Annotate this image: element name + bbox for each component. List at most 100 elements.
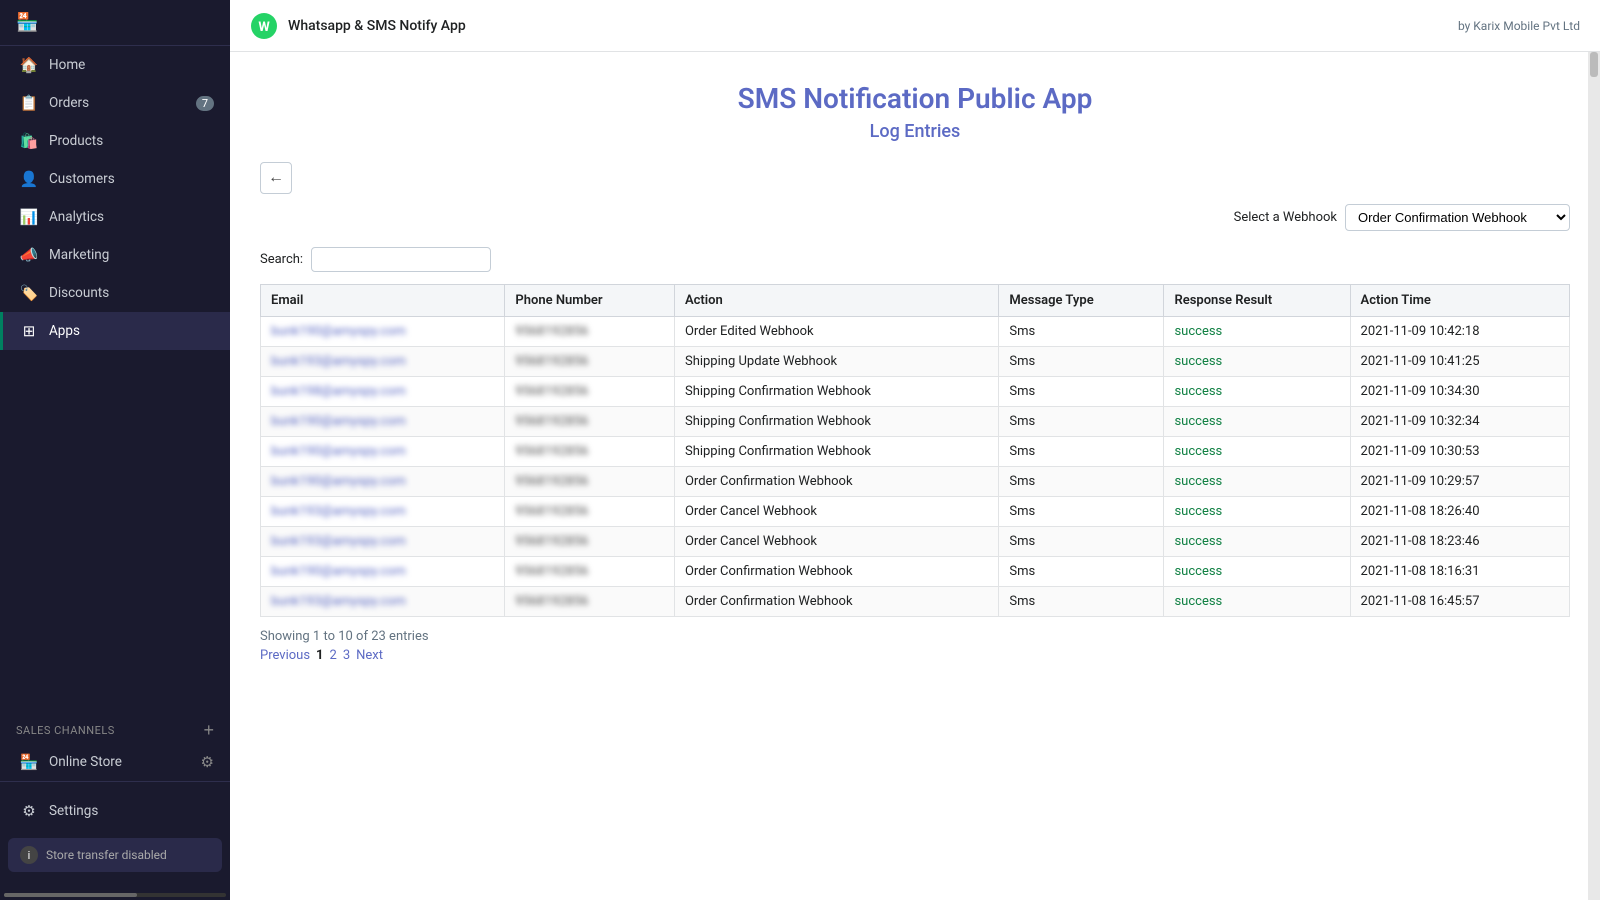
col-header-message-type: Message Type bbox=[999, 285, 1164, 317]
cell-action-time: 2021-11-09 10:32:34 bbox=[1350, 407, 1569, 437]
cell-response: success bbox=[1164, 437, 1350, 467]
app-header: W Whatsapp & SMS Notify App by Karix Mob… bbox=[230, 0, 1600, 52]
cell-phone: 9568192856 bbox=[505, 497, 675, 527]
sidebar-item-apps[interactable]: ⊞ Apps bbox=[0, 312, 230, 350]
sidebar-item-settings[interactable]: ⚙ Settings bbox=[0, 792, 230, 830]
cell-phone: 9568192856 bbox=[505, 317, 675, 347]
page-subtitle: Log Entries bbox=[260, 121, 1570, 142]
store-icon: 🏪 bbox=[16, 12, 38, 33]
toolbar-row: Select a Webhook Order Confirmation Webh… bbox=[260, 204, 1570, 231]
cell-email: bunk190@amyspy.com bbox=[261, 407, 505, 437]
pagination-1[interactable]: 1 bbox=[316, 648, 323, 663]
cell-email: bunk193@amyspy.com bbox=[261, 347, 505, 377]
add-sales-channel-button[interactable]: + bbox=[203, 721, 214, 739]
cell-message-type: Sms bbox=[999, 317, 1164, 347]
table-row: bunk190@amyspy.com 9568192856 Order Conf… bbox=[261, 557, 1570, 587]
table-row: bunk193@amyspy.com 9568192856 Order Canc… bbox=[261, 497, 1570, 527]
table-row: bunk190@amyspy.com 9568192856 Shipping C… bbox=[261, 407, 1570, 437]
webhook-select[interactable]: Order Confirmation WebhookOrder Edited W… bbox=[1345, 204, 1570, 231]
search-label: Search: bbox=[260, 252, 303, 267]
cell-email: bunk193@amyspy.com bbox=[261, 527, 505, 557]
sidebar-scrollbar[interactable] bbox=[0, 890, 230, 900]
cell-phone: 9568192856 bbox=[505, 527, 675, 557]
table-footer-text: Showing 1 to 10 of 23 entries bbox=[260, 629, 429, 644]
cell-response: success bbox=[1164, 527, 1350, 557]
sidebar-item-online-store[interactable]: 🏪 Online Store ⚙ bbox=[0, 743, 230, 781]
sidebar-item-discounts[interactable]: 🏷️ Discounts bbox=[0, 274, 230, 312]
products-icon: 🛍️ bbox=[19, 132, 39, 150]
pagination-2[interactable]: 2 bbox=[330, 648, 337, 663]
sidebar-logo: 🏪 bbox=[0, 0, 230, 46]
sidebar-bottom: ⚙ Settings i Store transfer disabled bbox=[0, 781, 230, 890]
pagination-3[interactable]: 3 bbox=[343, 648, 350, 663]
cell-phone: 9568192856 bbox=[505, 377, 675, 407]
apps-icon: ⊞ bbox=[19, 322, 39, 340]
sidebar-item-products[interactable]: 🛍️ Products bbox=[0, 122, 230, 160]
cell-message-type: Sms bbox=[999, 587, 1164, 617]
pagination-previous[interactable]: Previous bbox=[260, 648, 310, 663]
sidebar-item-customers[interactable]: 👤 Customers bbox=[0, 160, 230, 198]
info-icon: i bbox=[20, 846, 38, 864]
sales-channels-label: SALES CHANNELS bbox=[16, 724, 115, 737]
cell-action-time: 2021-11-08 18:23:46 bbox=[1350, 527, 1569, 557]
log-table: EmailPhone NumberActionMessage TypeRespo… bbox=[260, 284, 1570, 617]
cell-email: bunk193@amyspy.com bbox=[261, 587, 505, 617]
cell-message-type: Sms bbox=[999, 557, 1164, 587]
cell-response: success bbox=[1164, 407, 1350, 437]
col-header-phone-number: Phone Number bbox=[505, 285, 675, 317]
table-header: EmailPhone NumberActionMessage TypeRespo… bbox=[261, 285, 1570, 317]
pagination: Previous 123 Next bbox=[260, 648, 1570, 663]
orders-icon: 📋 bbox=[19, 94, 39, 112]
search-input[interactable] bbox=[311, 247, 491, 272]
sidebar-item-home[interactable]: 🏠 Home bbox=[0, 46, 230, 84]
cell-message-type: Sms bbox=[999, 347, 1164, 377]
nav-label-home: Home bbox=[49, 57, 85, 73]
nav-label-marketing: Marketing bbox=[49, 247, 109, 263]
nav-label-discounts: Discounts bbox=[49, 285, 109, 301]
cell-message-type: Sms bbox=[999, 437, 1164, 467]
cell-phone: 9568192856 bbox=[505, 347, 675, 377]
marketing-icon: 📣 bbox=[19, 246, 39, 264]
cell-response: success bbox=[1164, 497, 1350, 527]
sidebar-item-marketing[interactable]: 📣 Marketing bbox=[0, 236, 230, 274]
cell-phone: 9568192856 bbox=[505, 587, 675, 617]
store-transfer-notice: i Store transfer disabled bbox=[8, 838, 222, 872]
app-header-left: W Whatsapp & SMS Notify App bbox=[250, 12, 466, 40]
cell-message-type: Sms bbox=[999, 467, 1164, 497]
cell-action: Order Cancel Webhook bbox=[674, 497, 998, 527]
app-by-label: by Karix Mobile Pvt Ltd bbox=[1458, 19, 1580, 33]
cell-email: bunk198@amyspy.com bbox=[261, 377, 505, 407]
main-content: W Whatsapp & SMS Notify App by Karix Mob… bbox=[230, 0, 1600, 900]
nav-label-analytics: Analytics bbox=[49, 209, 104, 225]
table-footer: Showing 1 to 10 of 23 entries Previous 12… bbox=[260, 629, 1570, 663]
table-body: bunk190@amyspy.com 9568192856 Order Edit… bbox=[261, 317, 1570, 617]
cell-response: success bbox=[1164, 587, 1350, 617]
cell-action-time: 2021-11-09 10:29:57 bbox=[1350, 467, 1569, 497]
sales-channels-section: SALES CHANNELS + bbox=[0, 707, 230, 743]
cell-message-type: Sms bbox=[999, 527, 1164, 557]
sidebar-item-analytics[interactable]: 📊 Analytics bbox=[0, 198, 230, 236]
online-store-label: Online Store bbox=[49, 754, 122, 770]
svg-text:W: W bbox=[258, 20, 270, 35]
cell-email: bunk190@amyspy.com bbox=[261, 437, 505, 467]
cell-action: Shipping Confirmation Webhook bbox=[674, 377, 998, 407]
sidebar-item-orders[interactable]: 📋 Orders 7 bbox=[0, 84, 230, 122]
badge-orders: 7 bbox=[196, 96, 214, 111]
cell-phone: 9568192856 bbox=[505, 407, 675, 437]
col-header-action: Action bbox=[674, 285, 998, 317]
pagination-next[interactable]: Next bbox=[356, 648, 383, 663]
settings-gear-icon[interactable]: ⚙ bbox=[201, 753, 214, 771]
table-row: bunk190@amyspy.com 9568192856 Order Edit… bbox=[261, 317, 1570, 347]
scroll-thumb bbox=[1590, 52, 1598, 77]
analytics-icon: 📊 bbox=[19, 208, 39, 226]
table-row: bunk190@amyspy.com 9568192856 Order Conf… bbox=[261, 467, 1570, 497]
scroll-indicator bbox=[1588, 52, 1600, 900]
nav-label-products: Products bbox=[49, 133, 103, 149]
cell-response: success bbox=[1164, 377, 1350, 407]
cell-action-time: 2021-11-09 10:30:53 bbox=[1350, 437, 1569, 467]
cell-action: Order Confirmation Webhook bbox=[674, 557, 998, 587]
cell-action: Shipping Confirmation Webhook bbox=[674, 437, 998, 467]
cell-action: Order Edited Webhook bbox=[674, 317, 998, 347]
cell-phone: 9568192856 bbox=[505, 467, 675, 497]
back-button[interactable]: ← bbox=[260, 162, 292, 194]
